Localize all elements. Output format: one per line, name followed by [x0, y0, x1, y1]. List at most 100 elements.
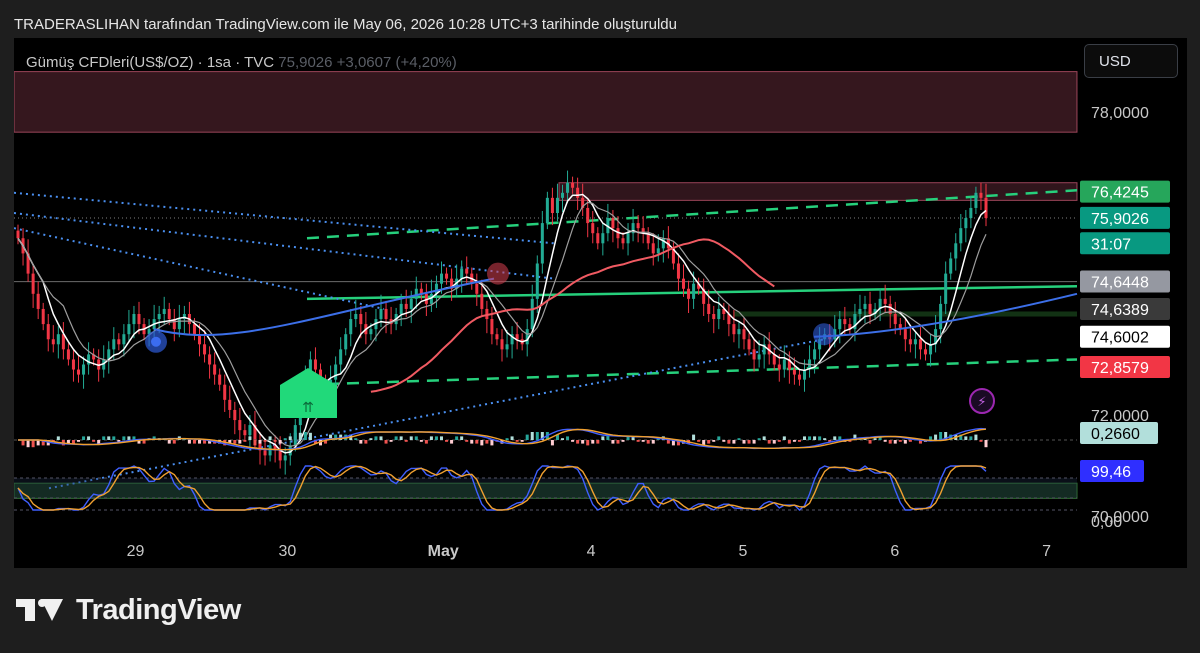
stoch-value-text: 99,46 [1091, 464, 1131, 481]
candle-body [959, 228, 963, 244]
candle-body [687, 288, 691, 299]
candle-body [349, 319, 353, 335]
macd-hist-bar [429, 436, 433, 440]
candle-body [460, 268, 464, 279]
candle-body [248, 425, 252, 436]
candle-body [56, 334, 60, 345]
chart-panel[interactable]: ⇈ ⚡ 78,0000 72,0000 70,0000 76,4245 75,9026 31… [14, 38, 1187, 568]
candle-body [344, 334, 348, 350]
candle-body [792, 369, 796, 375]
candle-body [66, 349, 70, 360]
signal-circle [487, 262, 509, 285]
macd-hist-bar [833, 436, 837, 440]
candle-body [409, 298, 413, 309]
macd-hist-bar [379, 436, 383, 440]
candle-body [162, 308, 166, 314]
candle-body [404, 303, 408, 309]
macd-hist-bar [87, 436, 91, 440]
macd-hist-bar [893, 440, 897, 444]
candle-body [550, 197, 554, 213]
candle-body [268, 445, 272, 456]
candle-body [495, 334, 499, 340]
candle-body [31, 273, 35, 294]
candle-body [399, 303, 403, 314]
candle-body [586, 207, 590, 224]
candle-body [560, 192, 565, 198]
macd-hist-bar [273, 440, 277, 442]
price-change: +3,0607 (+4,20%) [336, 54, 457, 71]
macd-hist-bar [560, 438, 565, 440]
macd-hist-bar [823, 438, 827, 440]
x-tick-label: 7 [1042, 543, 1051, 560]
overlay-layer: ⇈ ⚡ [17, 193, 1078, 454]
macd-hist-bar [772, 440, 776, 444]
macd-hist-bar [192, 440, 196, 444]
tradingview-logo-icon [16, 596, 66, 626]
macd-hist-bar [268, 436, 272, 440]
candle-body [954, 243, 958, 259]
candle-body [893, 314, 897, 325]
candle-body [192, 324, 196, 335]
candle-body [525, 329, 529, 345]
macd-hist-bar [566, 436, 570, 440]
price-label-text: 74,6389 [1091, 302, 1149, 319]
symbol-info: Gümüş CFDleri(US$/OZ) · 1sa · TVC 75,902… [26, 54, 457, 71]
macd-hist-bar [873, 438, 877, 440]
candle-body [843, 319, 847, 325]
macd-hist-bar [692, 434, 696, 440]
macd-hist-bar [787, 440, 791, 444]
macd-hist-bar [470, 440, 474, 444]
price-label: 74,6448 [1080, 270, 1170, 293]
candle-body [858, 308, 862, 314]
candle-body [223, 384, 227, 400]
candle-body [545, 197, 549, 224]
macd-hist-bar [490, 440, 494, 446]
macd-hist-bar [929, 436, 933, 440]
macd-hist-bar [818, 436, 822, 440]
macd-hist-bar [666, 440, 670, 444]
candle-body [82, 364, 86, 375]
x-tick-label: 30 [278, 543, 296, 560]
price-chart-svg[interactable]: ⇈ ⚡ 78,000072,000070,000076,424575,902631… [14, 38, 1187, 568]
signal-circle-core [151, 336, 161, 347]
currency-button[interactable]: USD [1084, 44, 1178, 78]
macd-hist-bar [167, 440, 171, 444]
candle-body [313, 359, 317, 370]
candle-body [505, 344, 509, 350]
candle-body [601, 233, 605, 244]
macd-hist-bar [359, 440, 363, 444]
candle-body [732, 324, 736, 335]
macd-hist-bar [82, 436, 86, 440]
macd-hist-bar [258, 440, 262, 444]
macd-hist-bar [56, 436, 60, 440]
stoch-value-label: 99,46 [1080, 460, 1144, 482]
macd-hist-bar [777, 440, 781, 442]
dotted-trendline-2 [14, 227, 385, 310]
macd-hist-bar [732, 440, 736, 444]
price-label-text: 31:07 [1091, 236, 1131, 253]
macd-hist-bar [586, 440, 590, 446]
candle-body [918, 339, 922, 350]
macd-hist-bar [934, 434, 938, 440]
candle-body [36, 293, 40, 309]
macd-hist-bar [455, 436, 459, 440]
candle-body [384, 308, 388, 320]
candle-body [651, 243, 655, 254]
candle-body [883, 298, 887, 304]
macd-hist-bar [374, 436, 378, 440]
macd-hist-bar [253, 440, 257, 446]
macd-hist-bar [238, 440, 242, 444]
macd-hist-bar [969, 436, 973, 440]
macd-hist-bar [737, 438, 741, 440]
candle-body [127, 324, 131, 335]
candle-body [439, 273, 444, 284]
macd-hist-bar [505, 438, 509, 440]
macd-hist-bar [439, 436, 444, 440]
macd-hist-bar [520, 440, 524, 442]
candle-body [782, 359, 786, 370]
candle-body [591, 223, 595, 234]
macd-hist-bar [808, 436, 812, 440]
macd-hist-bar [888, 440, 892, 444]
macd-hist-bar [550, 440, 554, 446]
macd-hist-bar [707, 440, 711, 444]
